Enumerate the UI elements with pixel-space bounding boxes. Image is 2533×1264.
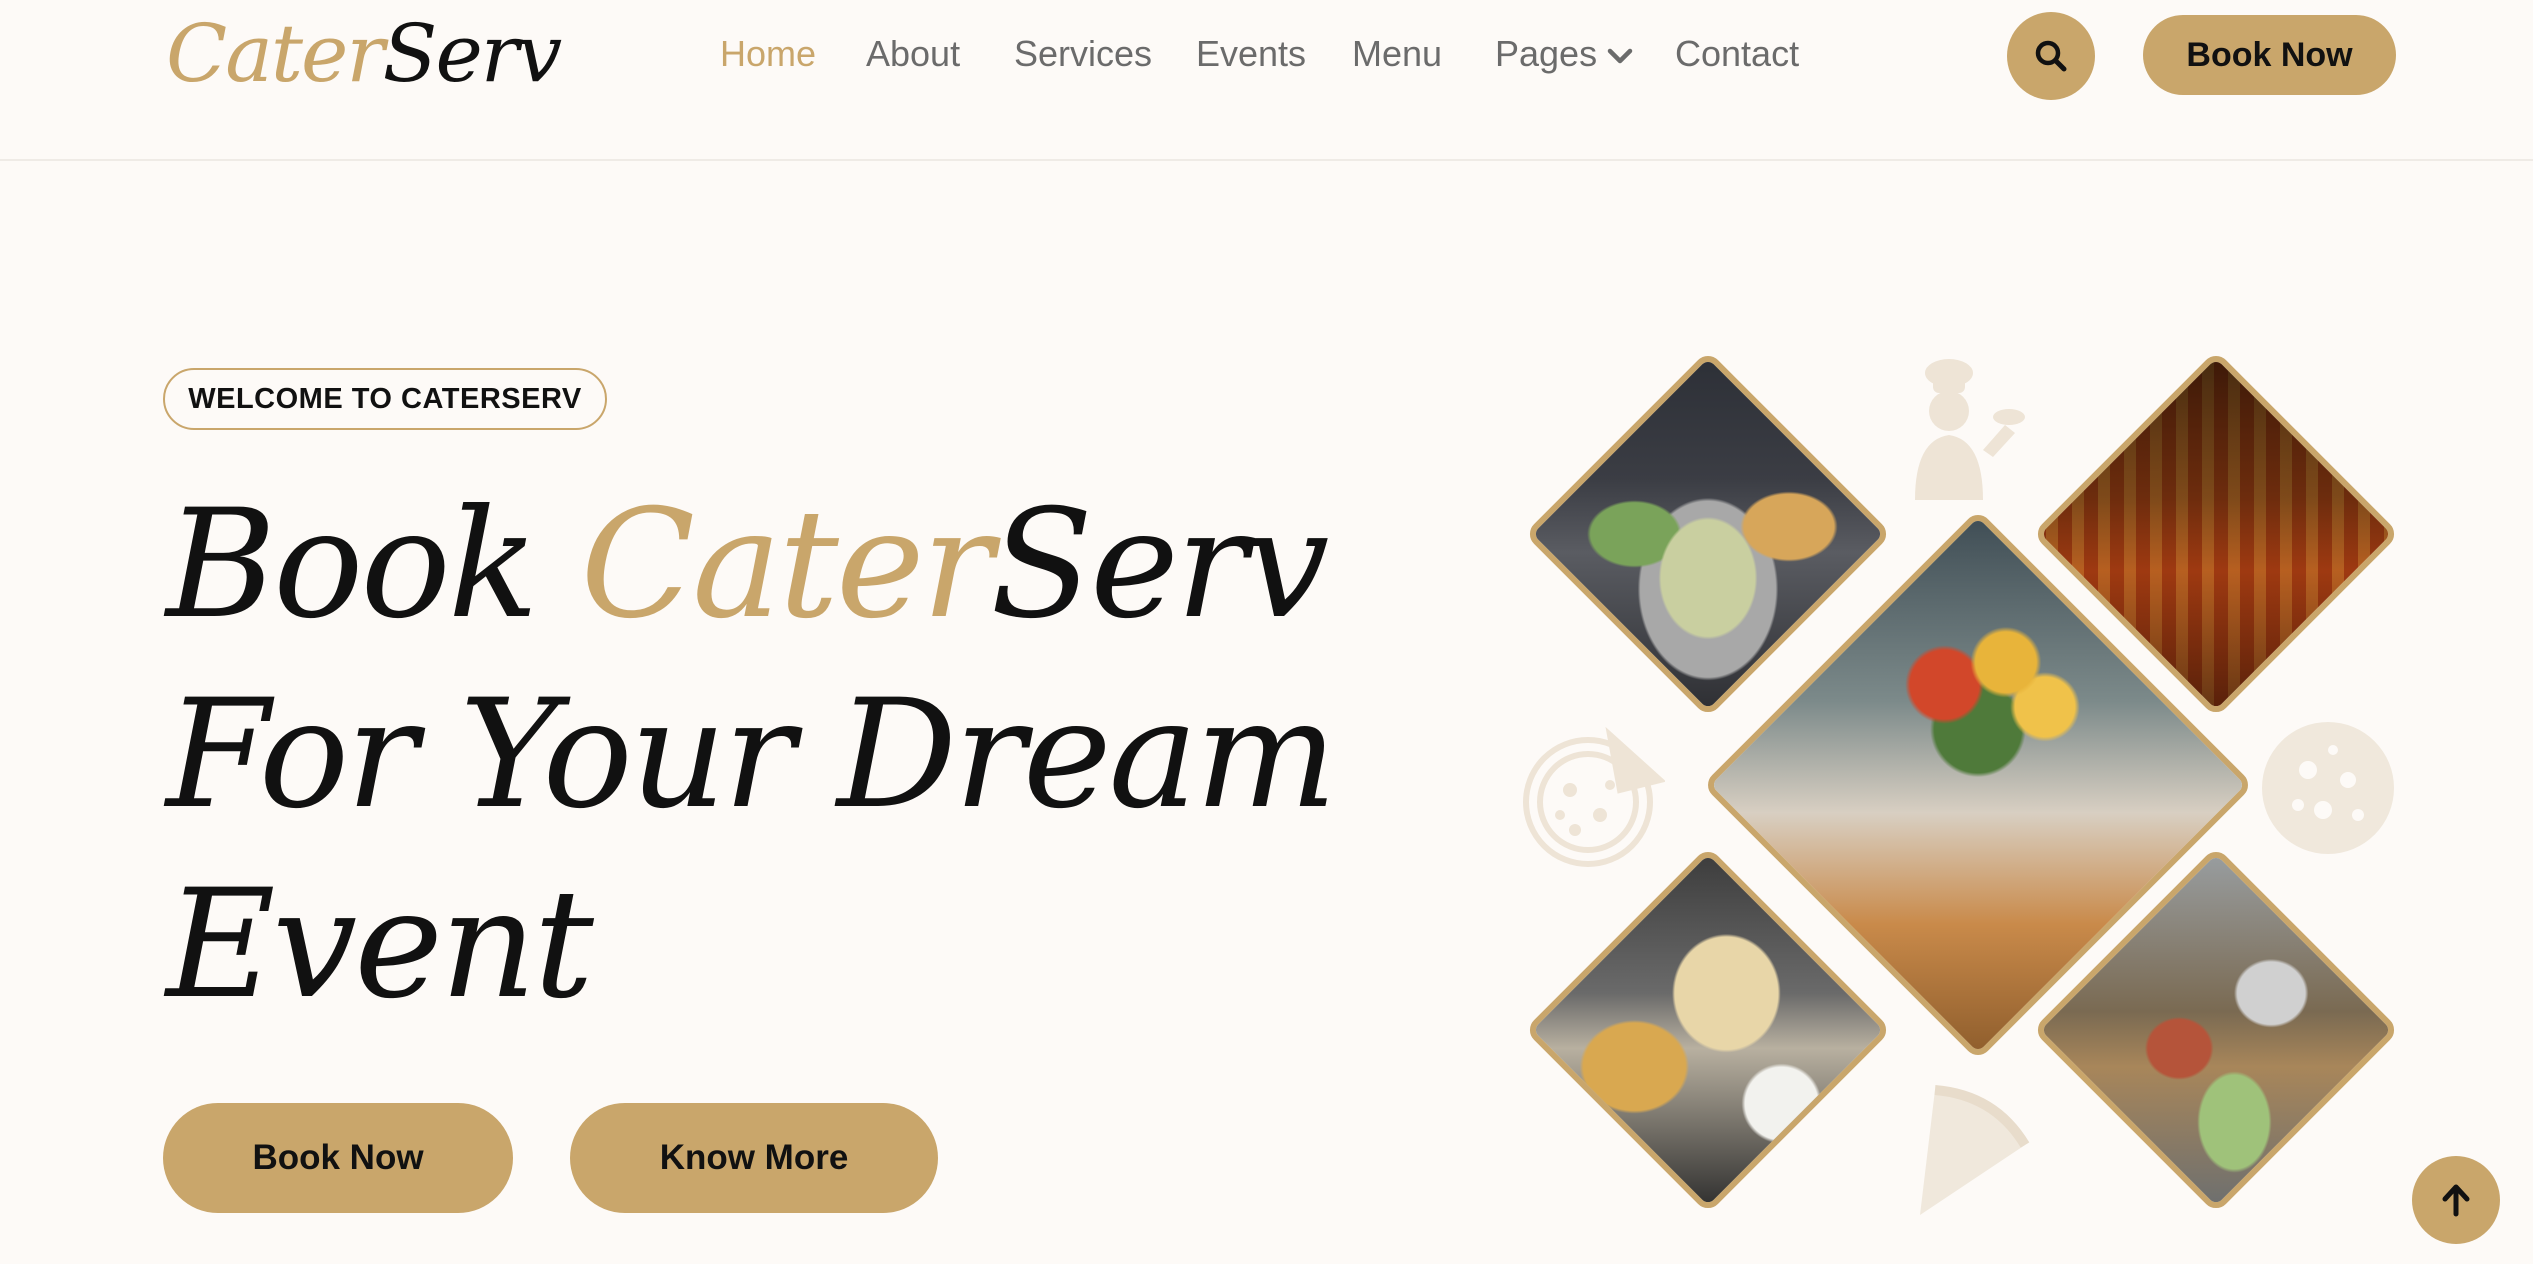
hero-book-now-button[interactable]: Book Now bbox=[163, 1103, 513, 1213]
arrow-up-icon bbox=[2442, 1184, 2470, 1217]
navbar: CaterServ Home About Services Events Men… bbox=[0, 0, 2533, 161]
headline-serv: Serv bbox=[990, 478, 1329, 652]
headline-line-1: Book CaterServ bbox=[166, 470, 1334, 660]
nav-menu[interactable]: Menu bbox=[1352, 30, 1442, 78]
hero-headline: Book CaterServ For Your Dream Event bbox=[166, 470, 1337, 1040]
headline-cater: Cater bbox=[580, 478, 993, 652]
nav-about[interactable]: About bbox=[866, 30, 960, 78]
nav-contact[interactable]: Contact bbox=[1675, 30, 1799, 78]
brand-logo-part2: Serv bbox=[382, 7, 563, 100]
headline-line-2: For Your Dream bbox=[166, 668, 1337, 842]
search-button[interactable] bbox=[2007, 12, 2095, 100]
nav-pages[interactable]: Pages bbox=[1495, 30, 1633, 78]
search-icon bbox=[2035, 40, 2067, 72]
nav-events[interactable]: Events bbox=[1196, 30, 1306, 78]
nav-services[interactable]: Services bbox=[1014, 30, 1152, 78]
headline-book: Book bbox=[166, 478, 581, 652]
welcome-badge: WELCOME TO CATERSERV bbox=[163, 368, 607, 430]
back-to-top-button[interactable] bbox=[2412, 1156, 2500, 1244]
header-book-now-button[interactable]: Book Now bbox=[2143, 15, 2396, 95]
pizza-icon bbox=[2262, 722, 2394, 854]
brand-logo-part1: Cater bbox=[166, 7, 385, 100]
nav-pages-label: Pages bbox=[1495, 33, 1598, 74]
chef-icon bbox=[1915, 359, 2025, 500]
pizza-icon bbox=[1523, 726, 1665, 867]
headline-line-3: Event bbox=[166, 858, 594, 1032]
hero-know-more-button[interactable]: Know More bbox=[570, 1103, 938, 1213]
nav-home[interactable]: Home bbox=[720, 30, 816, 78]
brand-logo[interactable]: CaterServ bbox=[166, 4, 563, 104]
pizza-slice-icon bbox=[1920, 1085, 2030, 1215]
chevron-down-icon bbox=[1607, 49, 1633, 64]
